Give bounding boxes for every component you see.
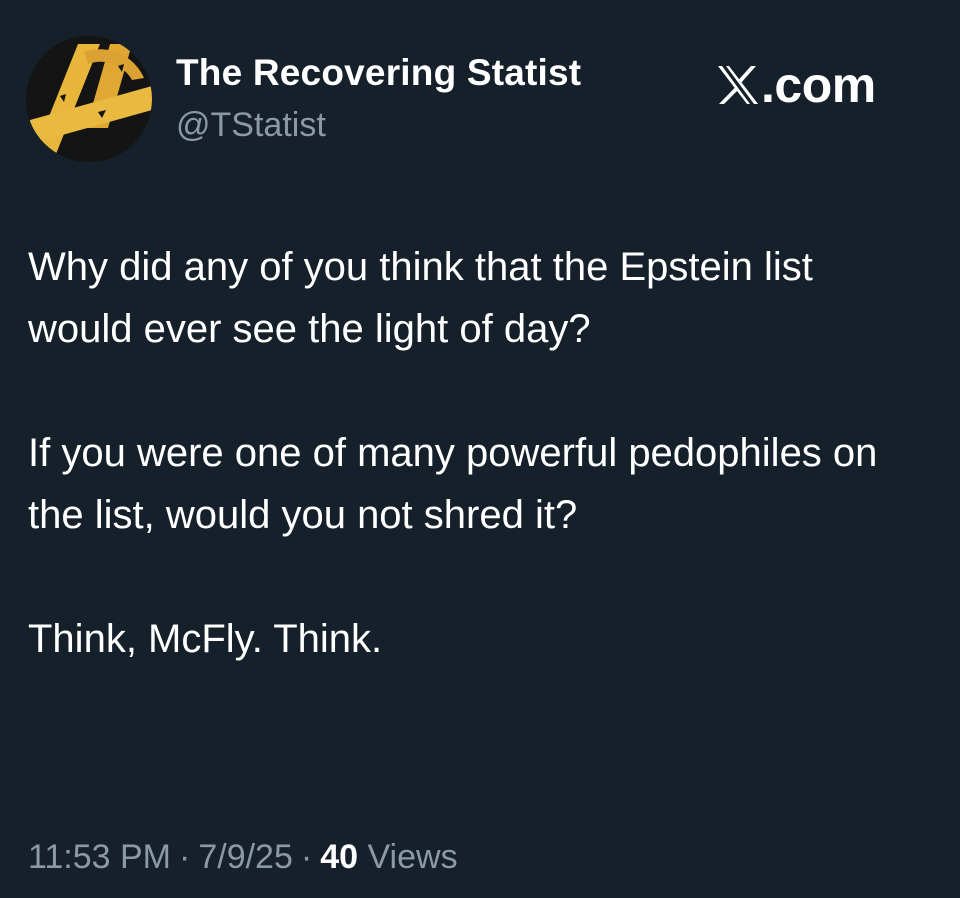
tweet-meta: 11:53 PM · 7/9/25 · 40 Views bbox=[28, 838, 458, 877]
tweet-card: The Recovering Statist @TStatist .com Wh… bbox=[0, 0, 960, 898]
author-handle[interactable]: @TStatist bbox=[176, 106, 326, 145]
tweet-time[interactable]: 11:53 PM bbox=[28, 838, 171, 876]
meta-separator: · bbox=[300, 838, 313, 876]
tweet-paragraph: Think, McFly. Think. bbox=[28, 617, 383, 661]
x-com-brand: .com bbox=[716, 60, 876, 110]
x-logo-icon bbox=[718, 66, 758, 104]
tweet-paragraph: Why did any of you think that the Epstei… bbox=[28, 245, 813, 351]
avatar[interactable] bbox=[26, 36, 152, 162]
meta-separator: · bbox=[179, 838, 191, 876]
tweet-date[interactable]: 7/9/25 bbox=[198, 838, 293, 876]
views-label[interactable]: Views bbox=[367, 838, 457, 876]
anarchy-logo-icon bbox=[26, 36, 152, 162]
tweet-paragraph: If you were one of many powerful pedophi… bbox=[28, 431, 878, 537]
views-count[interactable]: 40 bbox=[320, 838, 358, 876]
brand-domain-text: .com bbox=[761, 57, 876, 113]
tweet-body: Why did any of you think that the Epstei… bbox=[28, 236, 928, 670]
author-display-name[interactable]: The Recovering Statist bbox=[176, 52, 581, 94]
